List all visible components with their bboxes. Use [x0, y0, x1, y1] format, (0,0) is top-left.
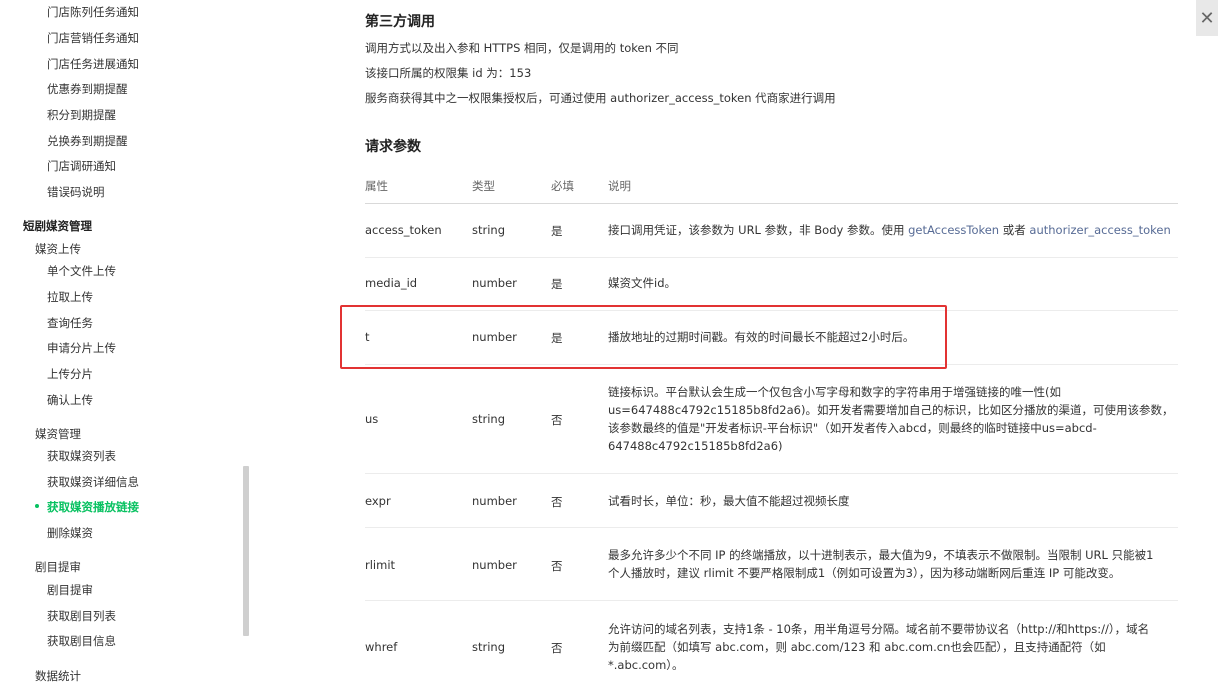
table-row: expr number 否 试看时长，单位：秒，最大值不能超过视频长度 — [365, 474, 1178, 528]
sidebar-item[interactable]: 拉取上传 — [47, 290, 93, 304]
param-required: 否 — [551, 495, 563, 509]
sidebar-group-manage[interactable]: 媒资管理 — [35, 427, 81, 441]
close-button[interactable]: ✕ — [1196, 0, 1218, 36]
sidebar-item[interactable]: 获取剧目信息 — [47, 634, 116, 648]
desc-line: 链接标识。平台默认会生成一个仅包含小写字母和数字的字符串用于增强链接的唯一性(如 — [608, 385, 1061, 399]
third-party-line: 服务商获得其中之一权限集授权后，可通过使用 authorizer_access_… — [365, 91, 836, 105]
param-name: us — [365, 412, 379, 426]
highlight-box — [340, 305, 947, 369]
sidebar-item-label: 获取媒资播放链接 — [47, 500, 139, 514]
param-desc: 最多允许多少个不同 IP 的终端播放，以十进制表示，最大值为9，不填表示不做限制… — [608, 546, 1178, 582]
desc-text: 或者 — [999, 223, 1030, 237]
param-desc: 试看时长，单位：秒，最大值不能超过视频长度 — [608, 494, 850, 508]
sidebar-scrollbar[interactable] — [243, 466, 249, 636]
param-desc: 链接标识。平台默认会生成一个仅包含小写字母和数字的字符串用于增强链接的唯一性(如… — [608, 383, 1178, 455]
header-required: 必填 — [551, 179, 574, 193]
sidebar-item[interactable]: 错误码说明 — [47, 185, 105, 199]
param-type: number — [472, 494, 517, 508]
authorizer-access-token-link[interactable]: authorizer_access_token — [1029, 223, 1170, 237]
table-row: rlimit number 否 最多允许多少个不同 IP 的终端播放，以十进制表… — [365, 528, 1178, 601]
param-type: string — [472, 223, 506, 237]
sidebar-item[interactable]: 门店陈列任务通知 — [47, 5, 139, 19]
desc-line: *.abc.com）。 — [608, 658, 684, 672]
desc-line: 个人播放时，建议 rlimit 不要严格限制成1（例如可设置为3），因为移动端断… — [608, 566, 1121, 580]
sidebar-item[interactable]: 门店任务进展通知 — [47, 57, 139, 71]
third-party-title: 第三方调用 — [365, 14, 435, 30]
param-name: media_id — [365, 276, 418, 290]
table-row: media_id number 是 媒资文件id。 — [365, 258, 1178, 311]
sidebar-group-audit[interactable]: 剧目提审 — [35, 560, 81, 574]
desc-line: 为前缀匹配（如填写 abc.com，则 abc.com/123 和 abc.co… — [608, 640, 1106, 654]
sidebar-item[interactable]: 单个文件上传 — [47, 264, 116, 278]
param-type: string — [472, 412, 506, 426]
sidebar-group-upload[interactable]: 媒资上传 — [35, 242, 81, 256]
sidebar-item[interactable]: 上传分片 — [47, 367, 93, 381]
param-type: number — [472, 558, 517, 572]
sidebar-nav: 门店陈列任务通知 门店营销任务通知 门店任务进展通知 优惠券到期提醒 积分到期提… — [0, 0, 250, 689]
desc-line: 允许访问的域名列表，支持1条 - 10条，用半角逗号分隔。域名前不要带协议名（h… — [608, 622, 1150, 636]
param-desc: 接口调用凭证，该参数为 URL 参数，非 Body 参数。使用 getAcces… — [608, 221, 1178, 239]
param-desc: 媒资文件id。 — [608, 276, 676, 290]
third-party-line: 调用方式以及出入参和 HTTPS 相同，仅是调用的 token 不同 — [365, 41, 679, 55]
request-params-title: 请求参数 — [365, 139, 421, 155]
sidebar-item[interactable]: 删除媒资 — [47, 526, 93, 540]
sidebar-item[interactable]: 申请分片上传 — [47, 341, 116, 355]
desc-line: 647488c4792c15185b8fd2a6) — [608, 439, 783, 453]
table-header: 属性 类型 必填 说明 — [365, 178, 1178, 204]
header-name: 属性 — [365, 179, 388, 193]
desc-text: 接口调用凭证，该参数为 URL 参数，非 Body 参数。使用 — [608, 223, 909, 237]
table-row: whref string 否 允许访问的域名列表，支持1条 - 10条，用半角逗… — [365, 601, 1178, 689]
table-row: access_token string 是 接口调用凭证，该参数为 URL 参数… — [365, 204, 1178, 258]
sidebar-item[interactable]: 获取媒资详细信息 — [47, 475, 139, 489]
sidebar-item[interactable]: 优惠券到期提醒 — [47, 82, 128, 96]
third-party-line: 该接口所属的权限集 id 为：153 — [365, 66, 532, 80]
desc-line: 最多允许多少个不同 IP 的终端播放，以十进制表示，最大值为9，不填表示不做限制… — [608, 548, 1154, 562]
param-name: expr — [365, 494, 391, 508]
sidebar-section-title[interactable]: 短剧媒资管理 — [23, 219, 92, 233]
param-name: rlimit — [365, 558, 396, 572]
sidebar-item[interactable]: 获取媒资列表 — [47, 449, 116, 463]
param-type: string — [472, 640, 506, 654]
header-desc: 说明 — [608, 179, 631, 193]
desc-line: 该参数最终的值是"开发者标识-平台标识"（如开发者传入abcd，则最终的临时链接… — [608, 421, 1097, 435]
sidebar-item-active[interactable]: 获取媒资播放链接 — [35, 500, 139, 514]
sidebar-item[interactable]: 确认上传 — [47, 393, 93, 407]
desc-line: us=647488c4792c15185b8fd2a6)。如开发者需要增加自己的… — [608, 403, 1174, 417]
get-access-token-link[interactable]: getAccessToken — [908, 223, 999, 237]
sidebar-item[interactable]: 兑换券到期提醒 — [47, 134, 128, 148]
param-name: access_token — [365, 223, 442, 237]
sidebar-item[interactable]: 剧目提审 — [47, 583, 93, 597]
param-required: 是 — [551, 224, 563, 238]
active-dot-icon — [35, 503, 39, 508]
sidebar-item[interactable]: 获取剧目列表 — [47, 609, 116, 623]
header-type: 类型 — [472, 179, 495, 193]
param-required: 否 — [551, 641, 563, 655]
sidebar-item[interactable]: 查询任务 — [47, 316, 93, 330]
sidebar-item[interactable]: 门店调研通知 — [47, 159, 116, 173]
param-desc: 允许访问的域名列表，支持1条 - 10条，用半角逗号分隔。域名前不要带协议名（h… — [608, 620, 1178, 674]
sidebar-group-stats[interactable]: 数据统计 — [35, 669, 81, 683]
param-name: whref — [365, 640, 398, 654]
param-type: number — [472, 276, 517, 290]
param-required: 否 — [551, 559, 563, 573]
param-required: 是 — [551, 277, 563, 291]
table-row: us string 否 链接标识。平台默认会生成一个仅包含小写字母和数字的字符串… — [365, 365, 1178, 474]
sidebar-item[interactable]: 积分到期提醒 — [47, 108, 116, 122]
sidebar-item[interactable]: 门店营销任务通知 — [47, 31, 139, 45]
param-required: 否 — [551, 413, 563, 427]
